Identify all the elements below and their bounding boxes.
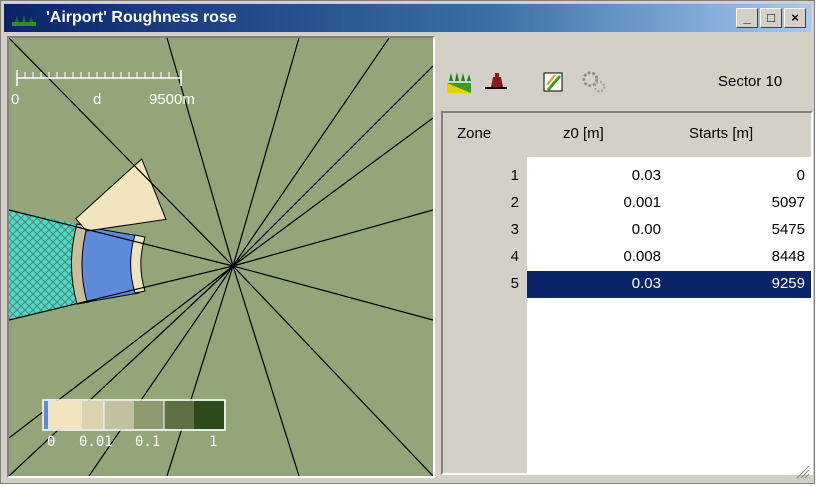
header-z0: z0 [m] <box>563 125 604 142</box>
zone-hatched-wedge <box>9 210 77 320</box>
roughness-rose-diagram: 0 d 9500m 0 0.01 0.1 1 <box>9 38 433 476</box>
legend-label-3: 1 <box>209 434 217 450</box>
zone-cell: 3 <box>510 221 519 238</box>
landscape-icon <box>12 15 36 26</box>
zone-table[interactable]: Zone z0 [m] Starts [m] 1 0.03 0 2 0.001 … <box>441 111 813 475</box>
title-bar[interactable]: 'Airport' Roughness rose _ □ × <box>4 4 811 32</box>
obstacle-icon[interactable] <box>481 69 511 95</box>
window-title: 'Airport' Roughness rose <box>46 9 237 26</box>
zone-cream-wedge <box>75 158 167 232</box>
starts-cell: 9259 <box>771 275 805 292</box>
header-zone: Zone <box>457 125 492 142</box>
roughness-legend <box>42 399 226 431</box>
starts-cell: 8448 <box>771 248 805 265</box>
starts-cell: 0 <box>796 167 805 184</box>
table-row[interactable]: 4 0.008 8448 <box>443 244 811 271</box>
header-starts: Starts [m] <box>689 125 754 142</box>
zone-cell: 4 <box>510 248 519 265</box>
maximize-button[interactable]: □ <box>760 8 782 28</box>
z0-cell: 0.03 <box>631 167 661 184</box>
table-row-selected[interactable]: 5 0.03 9259 <box>443 271 811 298</box>
table-row[interactable]: 1 0.03 0 <box>443 163 811 190</box>
edit-icon[interactable] <box>541 69 565 95</box>
legend-label-2: 0.1 <box>135 434 160 450</box>
z0-cell: 0.008 <box>623 248 661 265</box>
settings-gear-icon[interactable] <box>579 69 609 95</box>
scale-mid-label: d <box>93 91 101 108</box>
z0-cell: 0.00 <box>631 221 661 238</box>
legend-label-0: 0 <box>47 434 55 450</box>
close-button[interactable]: × <box>784 8 806 28</box>
zone-cell: 5 <box>510 275 519 292</box>
scale-start-label: 0 <box>11 91 19 108</box>
table-row[interactable]: 3 0.00 5475 <box>443 217 811 244</box>
minimize-button[interactable]: _ <box>736 8 758 28</box>
legend-label-1: 0.01 <box>79 434 113 450</box>
table-row[interactable]: 2 0.001 5097 <box>443 190 811 217</box>
roughness-rose-view[interactable]: 0 d 9500m 0 0.01 0.1 1 <box>7 36 435 478</box>
resize-grip-icon[interactable] <box>796 465 810 479</box>
zone-cell: 2 <box>510 194 519 211</box>
roughness-map-icon[interactable] <box>445 69 473 95</box>
scale-end-label: 9500m <box>149 91 195 108</box>
zone-cell: 1 <box>510 167 519 184</box>
sector-label: Sector 10 <box>718 73 783 90</box>
scale-bar <box>16 70 182 86</box>
z0-cell: 0.03 <box>631 275 661 292</box>
starts-cell: 5097 <box>771 194 805 211</box>
z0-cell: 0.001 <box>623 194 661 211</box>
table-header: Zone z0 [m] Starts [m] <box>443 113 811 157</box>
starts-cell: 5475 <box>771 221 805 238</box>
roughness-rose-window: 'Airport' Roughness rose _ □ × 0 d 9500m… <box>0 0 815 484</box>
